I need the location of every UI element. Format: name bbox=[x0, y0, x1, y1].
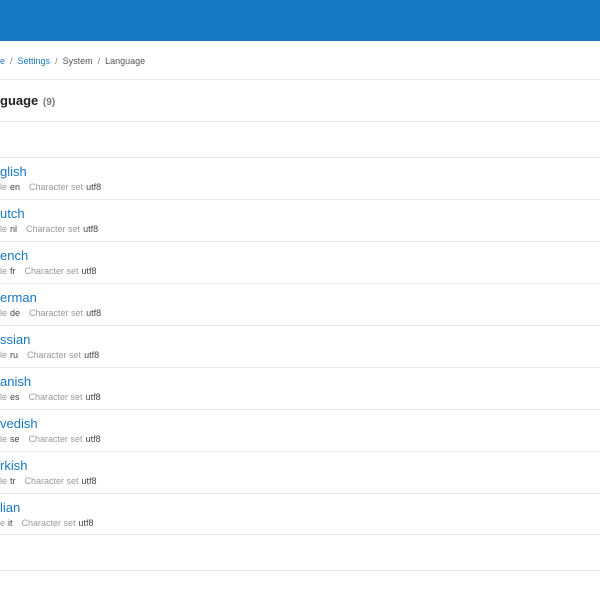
charset-label: Character set bbox=[24, 476, 79, 486]
breadcrumb-separator: / bbox=[55, 56, 58, 66]
language-meta: le es Character set utf8 bbox=[0, 391, 101, 403]
list-item[interactable]: utch le nl Character set utf8 bbox=[0, 199, 600, 241]
page-title: guage (9) bbox=[0, 93, 55, 111]
list-item[interactable]: ssian le ru Character set utf8 bbox=[0, 325, 600, 367]
divider bbox=[0, 570, 600, 571]
charset-label: Character set bbox=[27, 350, 82, 360]
list-item[interactable]: ench le fr Character set utf8 bbox=[0, 241, 600, 283]
charset-value: utf8 bbox=[86, 308, 102, 318]
language-code: de bbox=[10, 308, 21, 318]
language-code: ru bbox=[10, 350, 19, 360]
charset-value: utf8 bbox=[78, 518, 94, 528]
breadcrumb-home-link[interactable]: e bbox=[0, 56, 5, 66]
language-meta: le ru Character set utf8 bbox=[0, 349, 99, 361]
breadcrumb-system: System bbox=[62, 56, 93, 66]
language-name-link[interactable]: vedish bbox=[0, 416, 38, 432]
code-label: le bbox=[0, 476, 8, 486]
language-code: es bbox=[10, 392, 20, 402]
code-label: le bbox=[0, 392, 8, 402]
charset-value: utf8 bbox=[84, 350, 100, 360]
breadcrumb-separator: / bbox=[10, 56, 13, 66]
language-name-link[interactable]: utch bbox=[0, 206, 25, 222]
charset-value: utf8 bbox=[85, 392, 101, 402]
language-name-link[interactable]: glish bbox=[0, 164, 27, 180]
breadcrumb: e / Settings / System / Language bbox=[0, 55, 145, 67]
list-item[interactable]: anish le es Character set utf8 bbox=[0, 367, 600, 409]
breadcrumb-current: Language bbox=[105, 56, 146, 66]
charset-value: utf8 bbox=[83, 224, 99, 234]
code-label: le bbox=[0, 308, 8, 318]
charset-label: Character set bbox=[28, 392, 83, 402]
language-name-link[interactable]: lian bbox=[0, 500, 20, 516]
charset-label: Character set bbox=[21, 518, 76, 528]
language-meta: le nl Character set utf8 bbox=[0, 223, 98, 235]
code-label: le bbox=[0, 350, 8, 360]
charset-value: utf8 bbox=[81, 476, 97, 486]
divider bbox=[0, 79, 600, 80]
language-name-link[interactable]: rkish bbox=[0, 458, 27, 474]
language-name-link[interactable]: anish bbox=[0, 374, 31, 390]
code-label: le bbox=[0, 182, 8, 192]
language-meta: le se Character set utf8 bbox=[0, 433, 101, 445]
list-item[interactable]: glish le en Character set utf8 bbox=[0, 157, 600, 199]
language-meta: e it Character set utf8 bbox=[0, 517, 94, 529]
list-item[interactable]: lian e it Character set utf8 bbox=[0, 493, 600, 535]
language-code: tr bbox=[10, 476, 16, 486]
language-code: fr bbox=[10, 266, 16, 276]
charset-value: utf8 bbox=[86, 182, 102, 192]
language-name-link[interactable]: ench bbox=[0, 248, 28, 264]
language-code: nl bbox=[10, 224, 18, 234]
language-name-link[interactable]: ssian bbox=[0, 332, 30, 348]
charset-label: Character set bbox=[24, 266, 79, 276]
breadcrumb-separator: / bbox=[97, 56, 101, 66]
list-item[interactable]: vedish le se Character set utf8 bbox=[0, 409, 600, 451]
code-label: le bbox=[0, 434, 8, 444]
charset-value: utf8 bbox=[85, 434, 101, 444]
language-meta: le en Character set utf8 bbox=[0, 181, 101, 193]
code-label: e bbox=[0, 518, 6, 528]
divider bbox=[0, 121, 600, 122]
language-code: it bbox=[8, 518, 13, 528]
language-name-link[interactable]: erman bbox=[0, 290, 37, 306]
code-label: le bbox=[0, 224, 8, 234]
language-code: se bbox=[10, 434, 20, 444]
list-item[interactable]: rkish le tr Character set utf8 bbox=[0, 451, 600, 493]
language-count-badge: (9) bbox=[42, 97, 56, 108]
charset-label: Character set bbox=[28, 434, 83, 444]
charset-label: Character set bbox=[29, 308, 84, 318]
charset-label: Character set bbox=[26, 224, 81, 234]
breadcrumb-settings-link[interactable]: Settings bbox=[18, 56, 51, 66]
language-meta: le de Character set utf8 bbox=[0, 307, 101, 319]
page-title-text: guage bbox=[0, 93, 39, 108]
language-meta: le fr Character set utf8 bbox=[0, 265, 97, 277]
code-label: le bbox=[0, 266, 8, 276]
language-list: glish le en Character set utf8 utch le nl Charac… bbox=[0, 157, 600, 535]
charset-value: utf8 bbox=[81, 266, 97, 276]
charset-label: Character set bbox=[29, 182, 84, 192]
top-navigation-bar bbox=[0, 0, 600, 41]
language-code: en bbox=[10, 182, 21, 192]
language-meta: le tr Character set utf8 bbox=[0, 475, 97, 487]
list-item[interactable]: erman le de Character set utf8 bbox=[0, 283, 600, 325]
